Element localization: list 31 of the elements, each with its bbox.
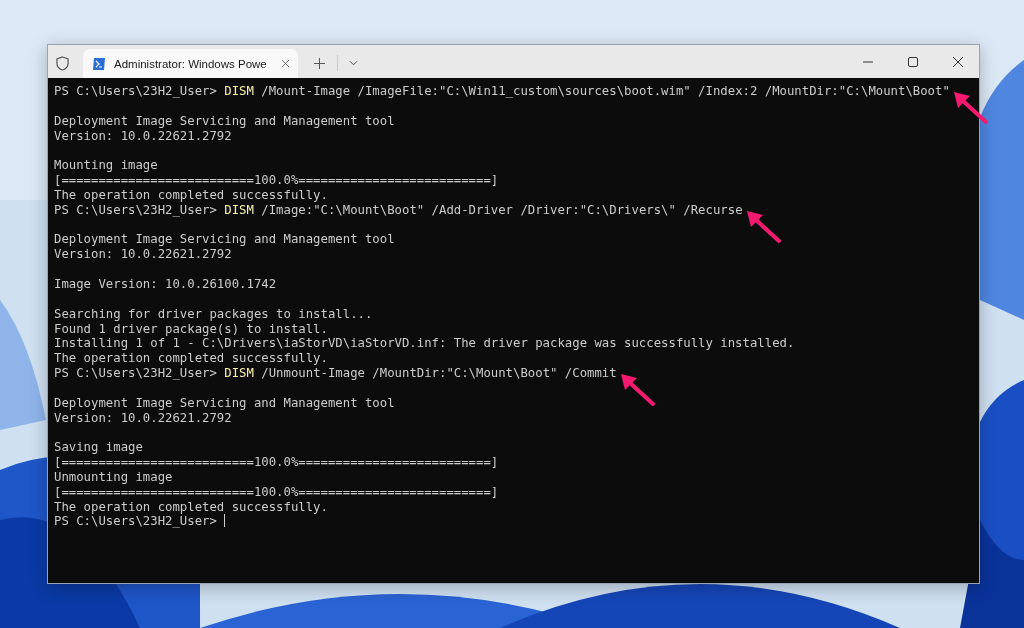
output-text: Deployment Image Servicing and Management tool <box>54 232 395 247</box>
output-text: Saving image <box>54 440 143 455</box>
tab-title: Administrator: Windows Powe <box>114 57 267 70</box>
output-text: Deployment Image Servicing and Management tool <box>54 113 395 128</box>
output-text: Found 1 driver package(s) to install. <box>54 321 328 336</box>
command-arguments: /Image:"C:\Mount\Boot" /Add-Driver /Driver:"C:\Drivers\" /Recurse <box>261 202 743 217</box>
command-name: DISM <box>224 84 254 98</box>
output-text: Installing 1 of 1 - C:\Drivers\iaStorVD\iaStorVD.inf: The driver package was successfully installed. <box>54 336 795 351</box>
output-text: Mounting image <box>54 158 158 173</box>
command-name: DISM <box>224 366 254 381</box>
output-text: The operation completed successfully. <box>54 351 328 366</box>
output-text: The operation completed successfully. <box>54 187 328 202</box>
command-name: DISM <box>224 202 254 217</box>
output-text: Version: 10.0.22621.2792 <box>54 247 232 262</box>
output-text: The operation completed successfully. <box>54 499 328 514</box>
output-text: Version: 10.0.22621.2792 <box>54 128 232 143</box>
terminal-tab[interactable]: Administrator: Windows Powe <box>83 49 298 78</box>
prompt: PS C:\Users\23H2_User> <box>54 202 217 217</box>
output-text: Deployment Image Servicing and Management tool <box>54 395 395 410</box>
output-text: Image Version: 10.0.26100.1742 <box>54 276 277 291</box>
output-text: Searching for driver packages to install... <box>54 306 373 321</box>
output-text: [==========================100.0%==========================] <box>54 173 499 188</box>
output-text: Unmounting image <box>54 469 173 484</box>
command-arguments: /Unmount-Image /MountDir:"C:\Mount\Boot" /Commit <box>261 366 617 381</box>
prompt: PS C:\Users\23H2_User> <box>54 514 217 529</box>
prompt: PS C:\Users\23H2_User> <box>54 366 217 381</box>
command-arguments: /Mount-Image /ImageFile:"C:\Win11_custom\sources\boot.wim" /Index:2 /MountDir:"C:\Mount\Boot" <box>261 84 950 98</box>
output-text: Version: 10.0.22621.2792 <box>54 410 232 425</box>
output-text: [==========================100.0%==========================] <box>54 455 499 470</box>
prompt: PS C:\Users\23H2_User> <box>54 84 217 98</box>
output-text: [==========================100.0%==========================] <box>54 484 499 499</box>
